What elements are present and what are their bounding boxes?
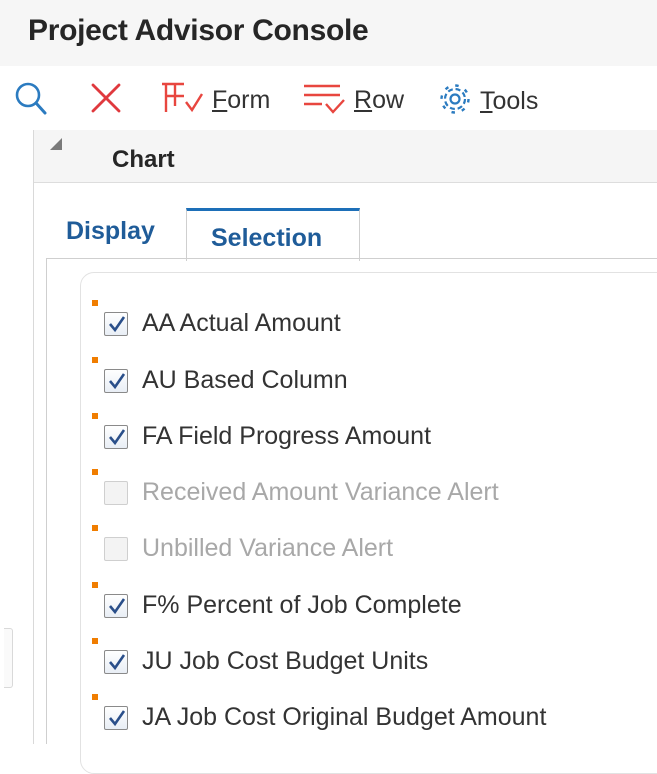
checkbox-label: AU Based Column bbox=[142, 366, 348, 394]
checkbox-row-percent-of-job-complete[interactable]: F% Percent of Job Complete bbox=[92, 582, 652, 622]
tab-selection[interactable]: Selection bbox=[186, 208, 360, 261]
checkbox-label: F% Percent of Job Complete bbox=[142, 591, 462, 619]
checkbox bbox=[104, 481, 128, 505]
row-menu-button[interactable]: Row bbox=[302, 80, 404, 121]
search-button[interactable] bbox=[14, 80, 48, 121]
required-marker bbox=[92, 300, 98, 306]
checkbox-label: Unbilled Variance Alert bbox=[142, 534, 394, 562]
tools-menu-label: Tools bbox=[480, 87, 539, 115]
required-marker bbox=[92, 638, 98, 644]
close-icon bbox=[90, 82, 122, 119]
required-marker bbox=[92, 413, 98, 419]
checkbox-row-fa-field-progress-amount[interactable]: FA Field Progress Amount bbox=[92, 413, 652, 453]
required-marker bbox=[92, 469, 98, 475]
checkbox[interactable] bbox=[104, 650, 128, 674]
page-title: Project Advisor Console bbox=[28, 14, 369, 47]
required-marker bbox=[92, 582, 98, 588]
checkbox[interactable] bbox=[104, 425, 128, 449]
checkbox-label: JU Job Cost Budget Units bbox=[142, 647, 429, 675]
checkbox[interactable] bbox=[104, 369, 128, 393]
checkbox-row-aa-actual-amount[interactable]: AA Actual Amount bbox=[92, 300, 652, 340]
form-icon bbox=[160, 80, 204, 121]
form-menu-label: Form bbox=[212, 86, 271, 114]
checkbox[interactable] bbox=[104, 706, 128, 730]
tab-baseline bbox=[46, 258, 657, 259]
checkbox-row-ja-job-cost-original-budget-amount[interactable]: JA Job Cost Original Budget Amount bbox=[92, 694, 652, 734]
chart-section-header: Chart bbox=[34, 130, 657, 183]
checkbox-label: AA Actual Amount bbox=[142, 309, 341, 337]
checkbox-row-ju-job-cost-budget-units[interactable]: JU Job Cost Budget Units bbox=[92, 638, 652, 678]
row-menu-label: Row bbox=[354, 86, 405, 114]
section-title: Chart bbox=[112, 146, 175, 173]
form-menu-button[interactable]: Form bbox=[160, 80, 270, 121]
required-marker bbox=[92, 694, 98, 700]
toolbar: Form Row Tools bbox=[0, 66, 657, 130]
search-icon bbox=[14, 80, 48, 121]
checkbox-row-received-amount-variance-alert: Received Amount Variance Alert bbox=[92, 469, 652, 509]
checkbox-label: FA Field Progress Amount bbox=[142, 422, 432, 450]
tab-display[interactable]: Display bbox=[66, 217, 155, 246]
tools-menu-button[interactable]: Tools bbox=[438, 82, 538, 121]
checkbox bbox=[104, 537, 128, 561]
required-marker bbox=[92, 525, 98, 531]
title-bar: Project Advisor Console bbox=[0, 0, 657, 66]
side-panel-handle[interactable] bbox=[4, 628, 13, 688]
checkbox[interactable] bbox=[104, 594, 128, 618]
checkbox[interactable] bbox=[104, 312, 128, 336]
checkbox-row-unbilled-variance-alert: Unbilled Variance Alert bbox=[92, 525, 652, 565]
checkbox-label: JA Job Cost Original Budget Amount bbox=[142, 703, 547, 731]
row-icon bbox=[302, 80, 346, 121]
close-button[interactable] bbox=[90, 82, 122, 119]
checkbox-row-au-based-column[interactable]: AU Based Column bbox=[92, 357, 652, 397]
tab-bar: Display Selection bbox=[46, 205, 657, 261]
checkbox-label: Received Amount Variance Alert bbox=[142, 478, 499, 506]
left-divider bbox=[33, 130, 34, 744]
collapse-triangle-icon[interactable] bbox=[50, 138, 62, 150]
gear-icon bbox=[438, 82, 472, 121]
tab-selection-label: Selection bbox=[211, 224, 323, 252]
required-marker bbox=[92, 357, 98, 363]
tab-panel-border bbox=[46, 258, 47, 744]
